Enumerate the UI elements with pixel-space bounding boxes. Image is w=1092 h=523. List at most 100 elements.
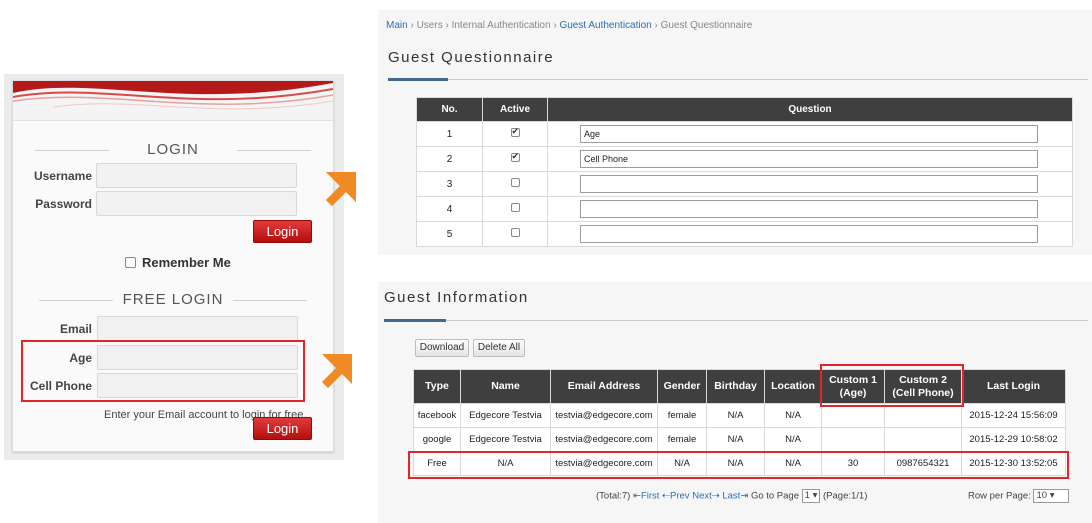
- pagination: (Total:7) ⇤First ⇠Prev Next⇢ Last⇥ Go to…: [596, 489, 867, 503]
- page-select[interactable]: 1 ▾: [801, 489, 821, 503]
- cell-custom1: [821, 403, 885, 428]
- breadcrumb-internal: Internal Authentication: [451, 20, 551, 31]
- username-label: Username: [33, 169, 92, 183]
- col-header-name: Name: [460, 369, 551, 404]
- chevron-down-icon: ▾: [1049, 490, 1055, 501]
- rows-per-page-label: Row per Page:: [968, 490, 1031, 502]
- login-button[interactable]: Login: [253, 220, 312, 243]
- question-input[interactable]: [580, 175, 1038, 193]
- col-header-gender: Gender: [657, 369, 707, 404]
- heading-divider: [388, 79, 1088, 80]
- col-header-question: Question: [547, 97, 1073, 122]
- table-row: facebook Edgecore Testvia testvia@edgeco…: [413, 403, 1066, 428]
- table-row: 2 Cell Phone: [416, 146, 1073, 172]
- free-login-title: FREE LOGIN: [13, 291, 333, 308]
- remember-me-checkbox[interactable]: [125, 257, 136, 268]
- active-checkbox[interactable]: [510, 126, 520, 137]
- pager-first[interactable]: ⇤First: [633, 491, 659, 502]
- questionnaire-table: No. Active Question 1 Age 2 Cell Phone 3…: [416, 97, 1073, 247]
- login-panel: LOGIN Username Password Login Remember M…: [4, 74, 344, 460]
- cell-name: Edgecore Testvia: [460, 403, 551, 428]
- breadcrumb: Main › Users › Internal Authentication ›…: [386, 20, 752, 31]
- cell-custom2: [884, 427, 962, 452]
- active-checkbox[interactable]: [510, 228, 520, 237]
- cell-gender: female: [657, 403, 707, 428]
- email-label: Email: [59, 322, 92, 336]
- login-banner: [13, 81, 333, 121]
- table-row: 3: [416, 171, 1073, 197]
- active-checkbox[interactable]: [510, 151, 520, 162]
- custom-columns-highlight: [820, 364, 964, 407]
- row-number: 1: [416, 121, 483, 147]
- table-row: 5: [416, 221, 1073, 247]
- rows-per-page-select[interactable]: 10 ▾: [1033, 489, 1070, 503]
- heading-accent: [388, 78, 448, 81]
- questionnaire-title: Guest Questionnaire: [388, 49, 555, 66]
- col-header-active: Active: [482, 97, 548, 122]
- table-row: google Edgecore Testvia testvia@edgecore…: [413, 427, 1066, 452]
- pager-total: (Total:7): [596, 490, 631, 502]
- breadcrumb-current: Guest Questionnaire: [660, 20, 753, 31]
- breadcrumb-separator: ›: [407, 20, 417, 31]
- breadcrumb-main[interactable]: Main: [386, 20, 408, 31]
- pager-prev[interactable]: ⇠Prev: [662, 491, 690, 502]
- question-input[interactable]: [580, 225, 1038, 243]
- free-login-button[interactable]: Login: [253, 417, 312, 440]
- free-row-highlight: [408, 451, 1069, 479]
- breadcrumb-users: Users: [416, 20, 443, 31]
- cell-name: Edgecore Testvia: [460, 427, 551, 452]
- download-button[interactable]: Download: [415, 339, 469, 357]
- heading-accent: [384, 319, 446, 322]
- cell-email: testvia@edgecore.com: [550, 403, 658, 428]
- heading-divider: [384, 320, 1088, 321]
- cell-custom1: [821, 427, 885, 452]
- row-number: 5: [416, 221, 483, 247]
- cell-custom2: [884, 403, 962, 428]
- username-input[interactable]: [96, 163, 297, 188]
- rows-per-page: Row per Page: 10 ▾: [968, 489, 1070, 503]
- email-input[interactable]: [97, 316, 298, 341]
- password-label: Password: [35, 197, 92, 211]
- col-header-no: No.: [416, 97, 483, 122]
- delete-all-button[interactable]: Delete All: [473, 339, 525, 357]
- arrow-icon: [322, 354, 352, 388]
- table-row: 1 Age: [416, 121, 1073, 147]
- col-header-type: Type: [413, 369, 461, 404]
- remember-me[interactable]: Remember Me: [125, 255, 231, 270]
- row-number: 4: [416, 196, 483, 222]
- col-header-last-login: Last Login: [961, 369, 1066, 404]
- cell-email: testvia@edgecore.com: [550, 427, 658, 452]
- cell-birthday: N/A: [706, 427, 765, 452]
- breadcrumb-separator: ›: [442, 20, 452, 31]
- row-number: 3: [416, 171, 483, 197]
- question-input[interactable]: Cell Phone: [580, 150, 1038, 168]
- guest-info-title: Guest Information: [384, 289, 529, 306]
- row-number: 2: [416, 146, 483, 172]
- cell-type: facebook: [413, 403, 461, 428]
- breadcrumb-guest-auth[interactable]: Guest Authentication: [559, 20, 651, 31]
- col-header-email: Email Address: [550, 369, 658, 404]
- cell-location: N/A: [764, 403, 822, 428]
- question-input[interactable]: [580, 200, 1038, 218]
- col-header-birthday: Birthday: [706, 369, 765, 404]
- page-info: (Page:1/1): [823, 490, 868, 502]
- pager-next[interactable]: Next⇢: [692, 491, 720, 502]
- remember-me-label: Remember Me: [142, 255, 231, 270]
- cell-last-login: 2015-12-29 10:58:02: [961, 427, 1066, 452]
- cell-birthday: N/A: [706, 403, 765, 428]
- active-checkbox[interactable]: [510, 178, 520, 187]
- col-header-location: Location: [764, 369, 822, 404]
- goto-page-label: Go to Page: [750, 490, 799, 502]
- breadcrumb-separator: ›: [651, 20, 661, 31]
- login-title: LOGIN: [13, 141, 333, 158]
- cell-location: N/A: [764, 427, 822, 452]
- password-input[interactable]: [96, 191, 297, 216]
- table-row: 4: [416, 196, 1073, 222]
- chevron-down-icon: ▾: [812, 490, 818, 501]
- arrow-icon: [326, 172, 356, 206]
- cell-gender: female: [657, 427, 707, 452]
- active-checkbox[interactable]: [510, 203, 520, 212]
- pager-last[interactable]: Last⇥: [722, 491, 748, 502]
- cell-type: google: [413, 427, 461, 452]
- question-input[interactable]: Age: [580, 125, 1038, 143]
